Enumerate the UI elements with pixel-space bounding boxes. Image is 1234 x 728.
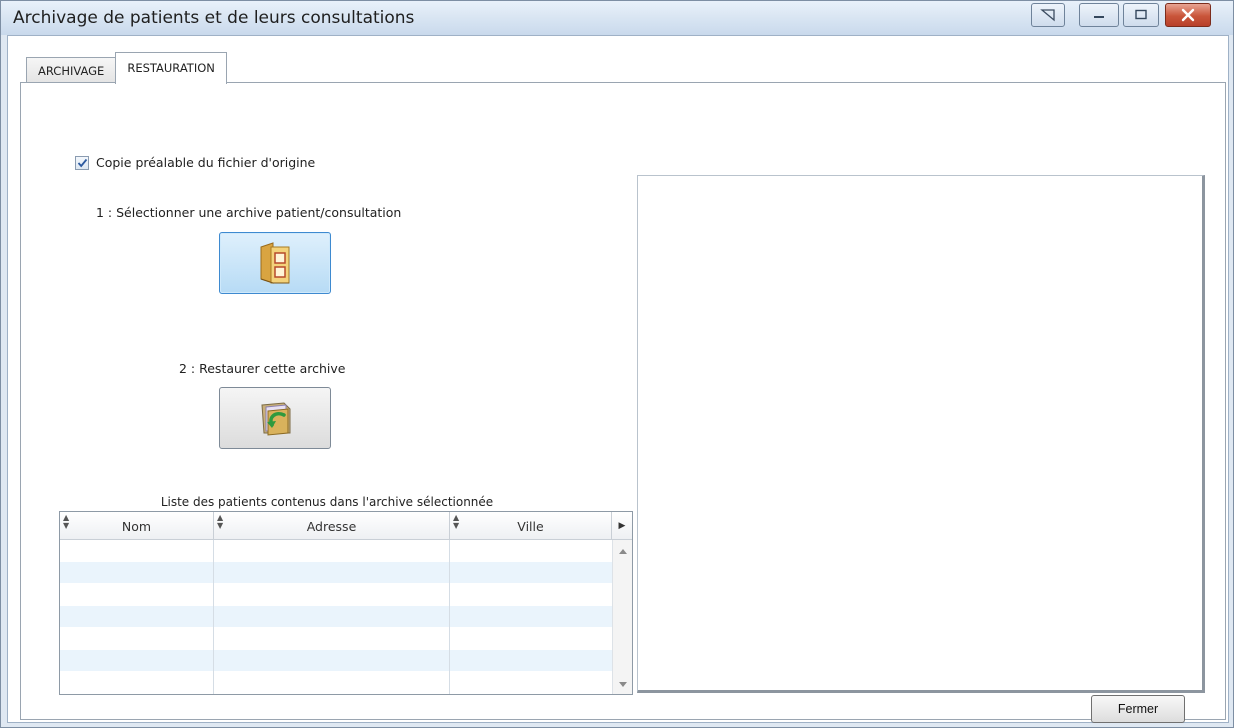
table-cell <box>214 584 450 606</box>
table-row[interactable] <box>60 584 612 606</box>
restore-log-panel <box>637 175 1205 693</box>
scroll-columns-right-button[interactable]: ▶ <box>612 512 632 540</box>
close-icon <box>1181 8 1195 22</box>
help-button[interactable] <box>1031 3 1065 27</box>
sort-icon: ▲ ▼ <box>217 513 224 530</box>
maximize-button[interactable] <box>1123 3 1159 27</box>
close-button[interactable]: Fermer <box>1091 695 1185 723</box>
select-archive-button[interactable] <box>219 232 331 294</box>
window-title: Archivage de patients et de leurs consul… <box>13 8 415 28</box>
step1-label: 1 : Sélectionner une archive patient/con… <box>96 205 402 220</box>
minimize-button[interactable] <box>1079 3 1119 27</box>
chevron-right-icon: ▶ <box>618 521 626 531</box>
column-label: Nom <box>121 519 152 534</box>
minimize-icon <box>1094 16 1104 18</box>
table-vertical-scrollbar[interactable] <box>612 540 632 694</box>
client-area: ARCHIVAGE RESTAURATION Copie préalable d… <box>7 35 1229 723</box>
copy-option: Copie préalable du fichier d'origine <box>75 155 315 170</box>
context-help-icon <box>1040 9 1055 22</box>
column-label: Adresse <box>306 519 357 534</box>
step2-label: 2 : Restaurer cette archive <box>179 361 346 376</box>
close-window-button[interactable] <box>1165 3 1211 27</box>
table-cell <box>214 562 450 584</box>
main-window: Archivage de patients et de leurs consul… <box>0 0 1234 728</box>
sort-icon: ▲ ▼ <box>63 513 70 530</box>
table-cell <box>214 628 450 650</box>
tab-archivage[interactable]: ARCHIVAGE <box>26 57 117 84</box>
column-header-nom[interactable]: ▲ ▼ Nom <box>60 512 214 540</box>
table-cell <box>214 650 450 672</box>
table-cell <box>60 650 214 672</box>
scroll-arrows-icon <box>619 549 627 687</box>
restauration-panel: Copie préalable du fichier d'origine 1 :… <box>20 82 1226 723</box>
title-bar: Archivage de patients et de leurs consul… <box>1 1 1233 35</box>
table-row[interactable] <box>60 650 612 672</box>
table-cell <box>60 672 214 694</box>
column-label: Ville <box>517 519 544 534</box>
tab-restauration[interactable]: RESTAURATION <box>115 52 227 84</box>
patients-list-caption: Liste des patients contenus dans l'archi… <box>160 495 494 509</box>
table-cell <box>60 562 214 584</box>
table-row[interactable] <box>60 672 612 694</box>
table-row[interactable] <box>60 628 612 650</box>
folder-select-icon <box>260 242 290 284</box>
table-cell <box>214 672 450 694</box>
copy-checkbox-label: Copie préalable du fichier d'origine <box>96 155 316 170</box>
column-header-adresse[interactable]: ▲ ▼ Adresse <box>214 512 450 540</box>
sort-icon: ▲ ▼ <box>453 513 460 530</box>
table-cell <box>214 540 450 562</box>
copy-checkbox[interactable] <box>75 155 89 170</box>
table-cell <box>60 606 214 628</box>
table-row[interactable] <box>60 562 612 584</box>
patients-table: ▲ ▼ Nom ▲ ▼ Adresse ▲ ▼ Ville ▶ <box>59 511 633 695</box>
table-cell <box>60 584 214 606</box>
table-row[interactable] <box>60 606 612 628</box>
table-cell <box>214 606 450 628</box>
maximize-icon <box>1135 9 1147 20</box>
table-cell <box>60 540 214 562</box>
tab-strip: ARCHIVAGE RESTAURATION <box>26 52 227 84</box>
table-cell <box>60 628 214 650</box>
checkmark-icon <box>77 158 87 167</box>
restore-archive-button[interactable] <box>219 387 331 449</box>
table-body <box>60 540 612 694</box>
folder-restore-icon <box>261 402 291 436</box>
table-row[interactable] <box>60 540 612 562</box>
table-header: ▲ ▼ Nom ▲ ▼ Adresse ▲ ▼ Ville ▶ <box>60 512 632 540</box>
column-header-ville[interactable]: ▲ ▼ Ville <box>450 512 612 540</box>
